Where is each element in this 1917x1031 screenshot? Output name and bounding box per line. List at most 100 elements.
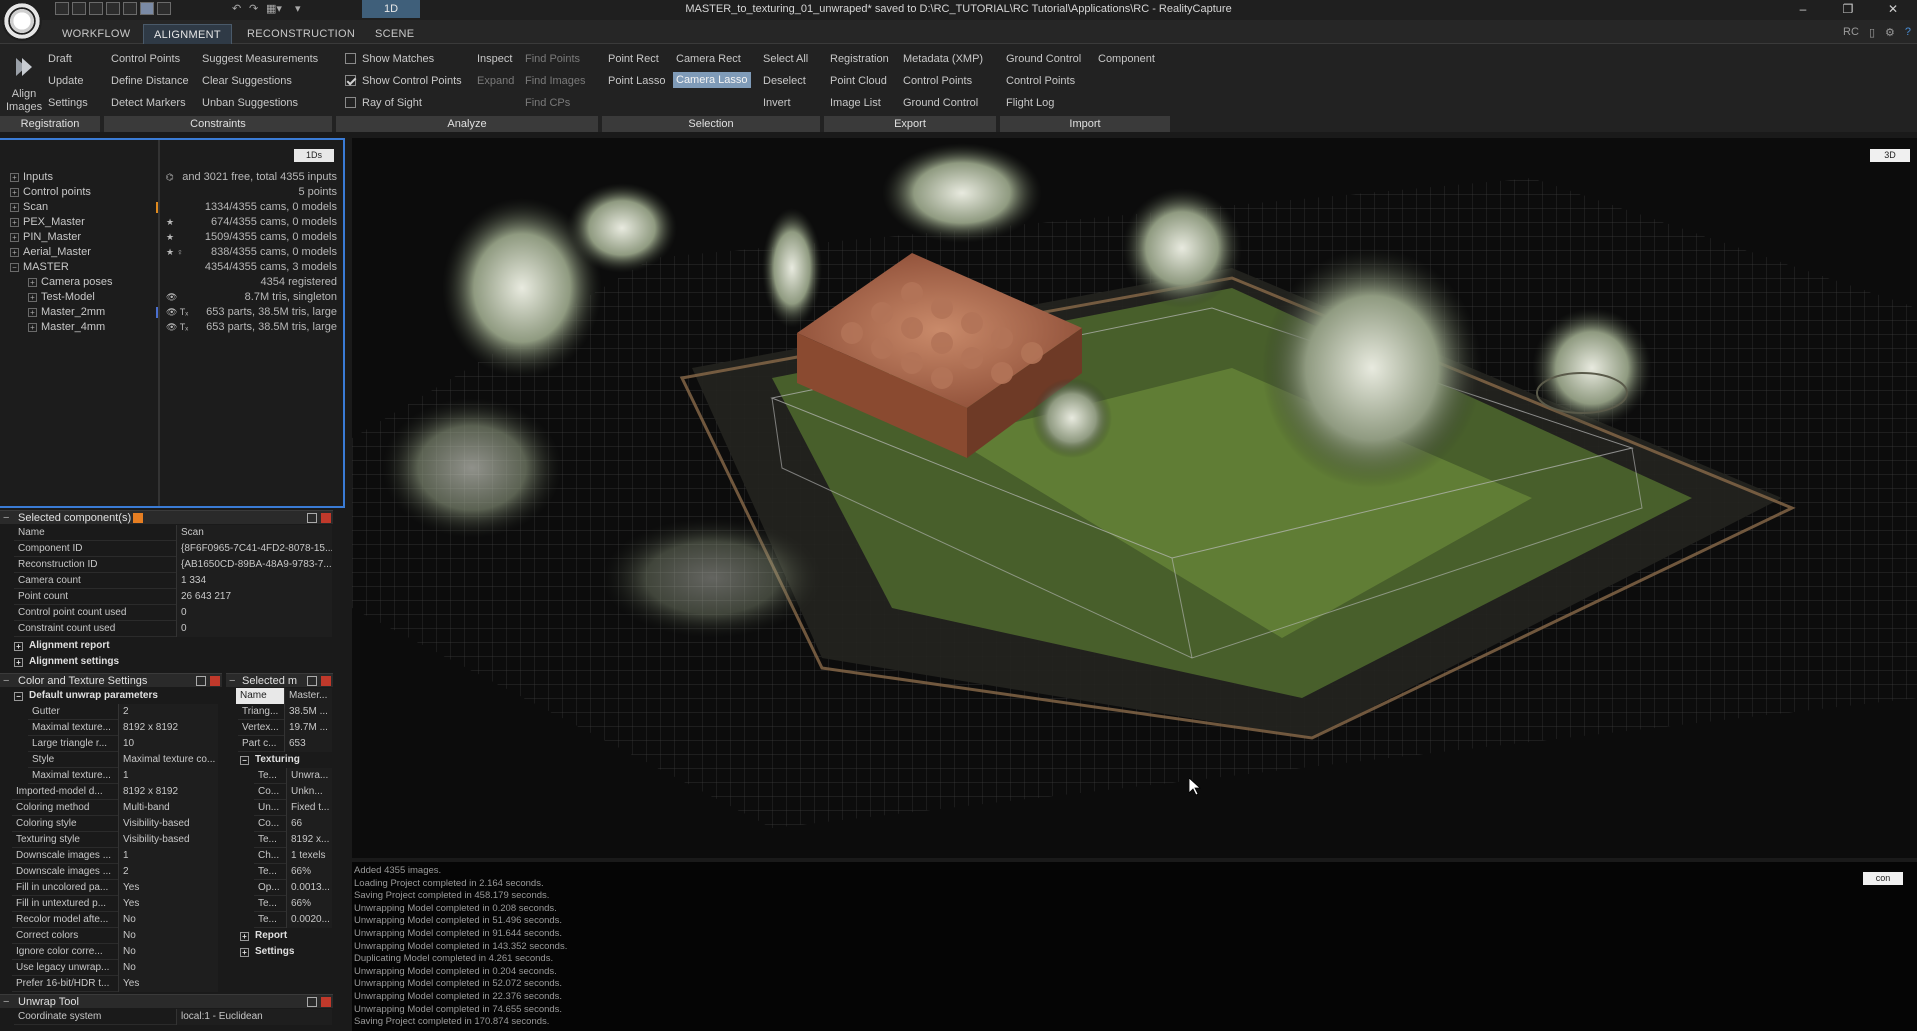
pin-icon[interactable] <box>307 676 317 686</box>
property-value[interactable]: 1 <box>118 848 218 864</box>
property-value[interactable]: No <box>118 960 218 976</box>
expand-icon[interactable]: + <box>14 658 23 667</box>
tree-item[interactable]: + Camera poses 4354 registered <box>0 275 343 290</box>
close-button[interactable]: ✕ <box>1875 2 1911 16</box>
property-row[interactable]: Co... 66 <box>254 816 332 832</box>
tree-item[interactable]: + Control points 5 points <box>0 185 343 200</box>
import-flight-log-button[interactable]: Flight Log <box>1006 97 1054 109</box>
property-row[interactable]: Imported-model d... 8192 x 8192 <box>12 784 218 800</box>
property-row[interactable]: Triang... 38.5M ... <box>238 704 332 720</box>
property-value[interactable]: No <box>118 912 218 928</box>
property-row[interactable]: Prefer 16-bit/HDR t... Yes <box>12 976 218 992</box>
expand-icon[interactable]: + <box>10 233 19 242</box>
property-row[interactable]: Reconstruction ID {AB1650CD-89BA-48A9-978… <box>14 557 332 573</box>
console-log[interactable]: con Added 4355 images. Loading Project co… <box>352 862 1917 1031</box>
property-row[interactable]: Fill in uncolored pa... Yes <box>12 880 218 896</box>
import-control-points-button[interactable]: Control Points <box>1006 75 1075 87</box>
property-row[interactable]: Vertex... 19.7M ... <box>238 720 332 736</box>
collapse-icon[interactable]: − <box>3 995 9 1009</box>
show-matches-checkbox[interactable]: Show Matches <box>345 53 434 65</box>
property-row[interactable]: Correct colors No <box>12 928 218 944</box>
deselect-button[interactable]: Deselect <box>763 75 806 87</box>
export-point-cloud-button[interactable]: Point Cloud <box>830 75 887 87</box>
property-row[interactable]: Co... Unkn... <box>254 784 332 800</box>
expand-icon[interactable]: + <box>240 948 249 957</box>
collapse-icon[interactable]: − <box>240 756 249 765</box>
property-value[interactable]: Visibility-based <box>118 816 218 832</box>
select-all-button[interactable]: Select All <box>763 53 808 65</box>
collapse-icon[interactable]: − <box>14 692 23 701</box>
tree-item-status-icon[interactable]: ⌬ <box>166 170 174 185</box>
property-value[interactable]: 10 <box>118 736 218 752</box>
property-value[interactable]: 0 <box>176 605 332 621</box>
export-metadata-button[interactable]: Metadata (XMP) <box>903 53 983 65</box>
section-header[interactable]: + Settings <box>240 944 330 960</box>
property-value[interactable]: 653 <box>284 736 332 752</box>
property-value[interactable]: {8F6F0965-7C41-4FD2-8078-15... <box>176 541 332 557</box>
property-value[interactable]: 66 <box>286 816 332 832</box>
tab-reconstruction[interactable]: RECONSTRUCTION <box>237 24 365 44</box>
tree-item[interactable]: + Master_2mm 👁 Tₓ 653 parts, 38.5M tris, la… <box>0 305 343 320</box>
property-row[interactable]: Maximal texture... 8192 x 8192 <box>28 720 218 736</box>
restore-button[interactable]: ❐ <box>1830 2 1866 16</box>
property-row[interactable]: Coloring method Multi-band <box>12 800 218 816</box>
expand-icon[interactable]: + <box>10 203 19 212</box>
property-row[interactable]: Fill in untextured p... Yes <box>12 896 218 912</box>
property-row[interactable]: Recolor model afte... No <box>12 912 218 928</box>
find-images-button[interactable]: Find Images <box>525 75 586 87</box>
tab-scene[interactable]: SCENE <box>365 24 424 44</box>
property-row[interactable]: Coordinate system local:1 - Euclidean <box>14 1009 332 1025</box>
collapse-icon[interactable]: − <box>229 674 235 688</box>
property-row[interactable]: Te... Unwra... <box>254 768 332 784</box>
property-row[interactable]: Downscale images ... 2 <box>12 864 218 880</box>
property-row[interactable]: Style Maximal texture co... <box>28 752 218 768</box>
inspect-button[interactable]: Inspect <box>477 53 512 65</box>
detect-markers-button[interactable]: Detect Markers <box>111 97 186 109</box>
export-registration-button[interactable]: Registration <box>830 53 889 65</box>
property-value[interactable]: {AB1650CD-89BA-48A9-9783-7... <box>176 557 332 573</box>
expand-icon[interactable]: + <box>14 642 23 651</box>
camera-rect-button[interactable]: Camera Rect <box>676 53 741 65</box>
settings-button[interactable]: Settings <box>48 97 88 109</box>
document-icon[interactable]: ▯ <box>1869 26 1875 39</box>
tree-item[interactable]: + PIN_Master ★ 1509/4355 cams, 0 models <box>0 230 343 245</box>
pin-icon[interactable] <box>307 513 317 523</box>
section-header[interactable]: + Report <box>240 928 330 944</box>
property-value[interactable]: 26 643 217 <box>176 589 332 605</box>
property-value[interactable]: Yes <box>118 880 218 896</box>
property-row[interactable]: Ignore color corre... No <box>12 944 218 960</box>
property-row[interactable]: Name Master... <box>236 688 332 704</box>
define-distance-button[interactable]: Define Distance <box>111 75 189 87</box>
checkbox-checked-icon[interactable] <box>345 75 356 86</box>
point-lasso-button[interactable]: Point Lasso <box>608 75 665 87</box>
expand-icon[interactable]: + <box>240 932 249 941</box>
layout-console-button[interactable]: con <box>1863 872 1903 885</box>
property-value[interactable]: 66% <box>286 896 332 912</box>
tree-item[interactable]: + PEX_Master ★ 674/4355 cams, 0 models <box>0 215 343 230</box>
minimize-button[interactable]: – <box>1785 2 1821 16</box>
export-image-list-button[interactable]: Image List <box>830 97 881 109</box>
collapse-icon[interactable]: − <box>3 511 9 525</box>
property-row[interactable]: Ch... 1 texels <box>254 848 332 864</box>
point-rect-button[interactable]: Point Rect <box>608 53 659 65</box>
property-value[interactable]: 2 <box>118 704 218 720</box>
realitycapture-logo-icon[interactable] <box>2 1 42 41</box>
property-value[interactable]: Yes <box>118 896 218 912</box>
settings-icon[interactable]: ⚙ <box>1885 26 1895 39</box>
property-value[interactable]: 0.0013... <box>286 880 332 896</box>
update-button[interactable]: Update <box>48 75 83 87</box>
close-icon[interactable] <box>321 513 331 523</box>
control-points-button[interactable]: Control Points <box>111 53 180 65</box>
expand-icon[interactable]: + <box>28 323 37 332</box>
show-control-points-checkbox[interactable]: Show Control Points <box>345 75 462 87</box>
property-value[interactable]: 0 <box>176 621 332 637</box>
tree-item-status-icon[interactable]: 👁 Tₓ <box>166 305 188 320</box>
unban-suggestions-button[interactable]: Unban Suggestions <box>202 97 298 109</box>
property-row[interactable]: Te... 66% <box>254 864 332 880</box>
property-value[interactable]: Visibility-based <box>118 832 218 848</box>
tree-item-status-icon[interactable]: 👁 Tₓ <box>166 320 188 335</box>
property-row[interactable]: Component ID {8F6F0965-7C41-4FD2-8078-15.… <box>14 541 332 557</box>
tab-workflow[interactable]: WORKFLOW <box>52 24 140 44</box>
property-value[interactable]: 1 334 <box>176 573 332 589</box>
expand-icon[interactable]: + <box>10 218 19 227</box>
